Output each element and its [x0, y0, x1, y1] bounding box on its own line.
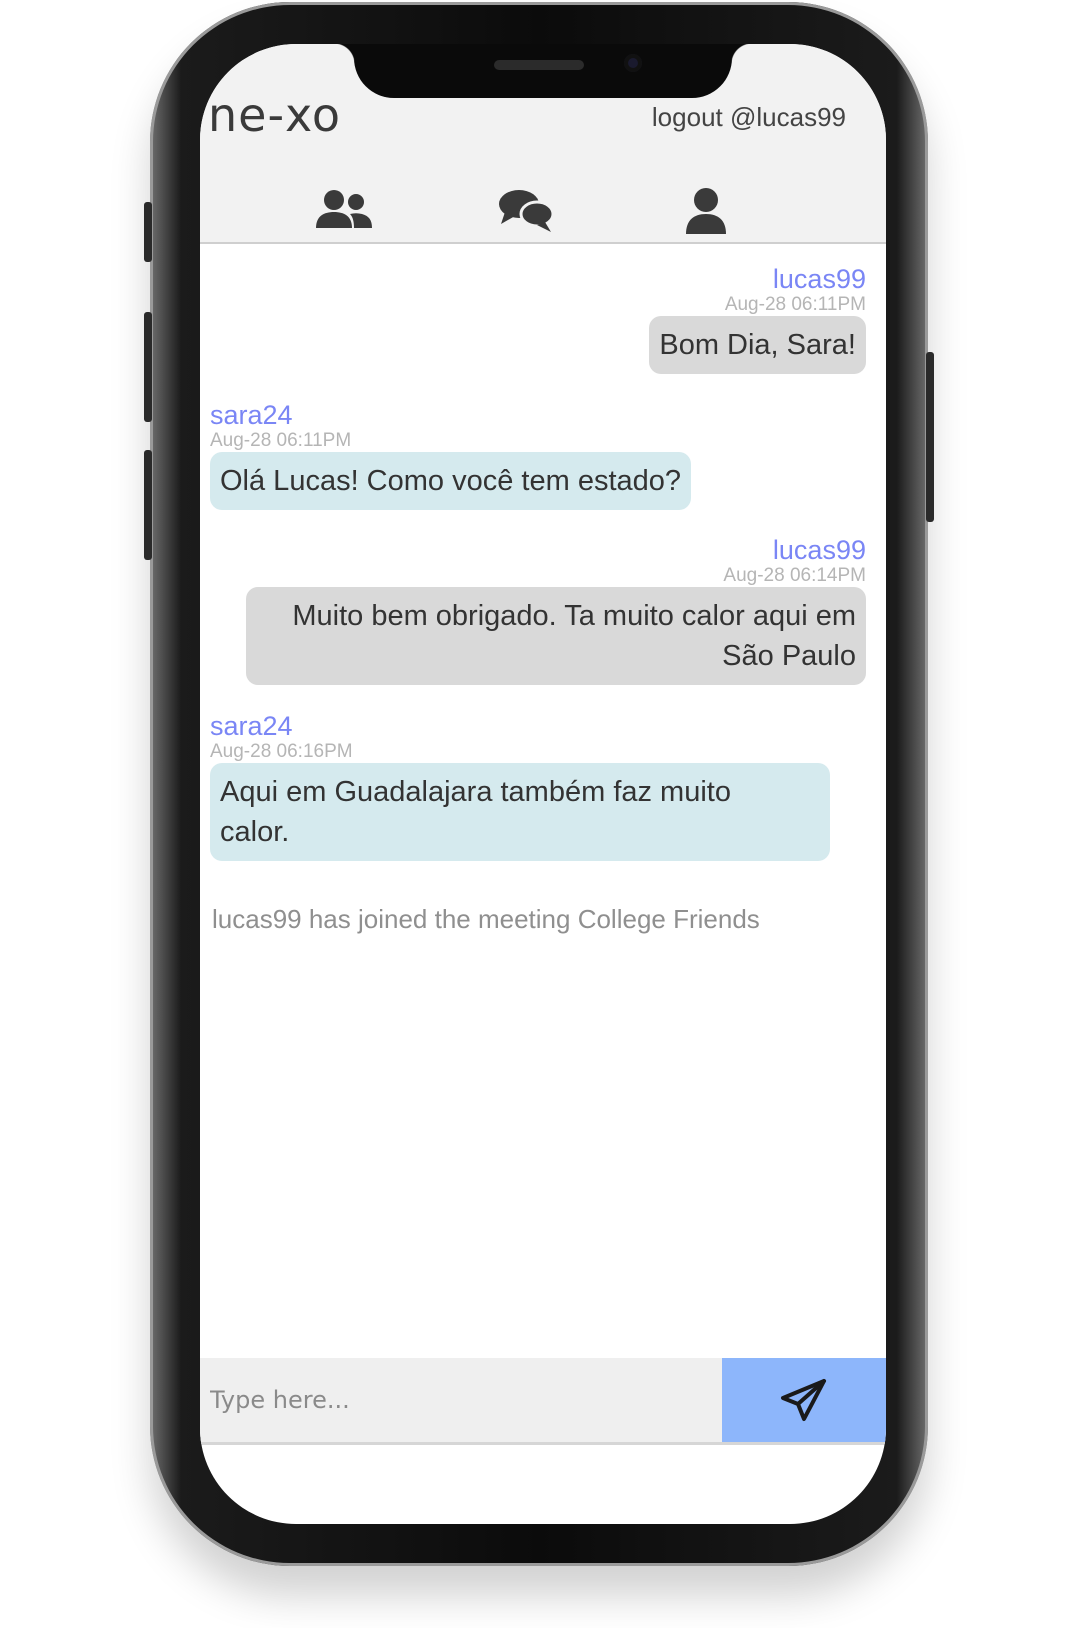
message-timestamp: Aug-28 06:11PM	[210, 430, 352, 451]
message-bubble: Aqui em Guadalajara também faz muito cal…	[210, 763, 830, 861]
chat-bubbles-icon[interactable]	[497, 186, 557, 236]
camera-icon	[624, 54, 642, 72]
message-timestamp: Aug-28 06:11PM	[724, 294, 866, 315]
message-author[interactable]: sara24	[210, 711, 830, 741]
message-bubble: Muito bem obrigado. Ta muito calor aqui …	[246, 587, 866, 685]
speaker-grille	[494, 60, 584, 70]
volume-up-button	[144, 312, 152, 422]
message-timestamp: Aug-28 06:14PM	[723, 565, 866, 586]
paper-plane-icon	[781, 1379, 826, 1421]
power-button	[926, 352, 934, 522]
message-author[interactable]: lucas99	[246, 535, 866, 565]
chat-message: lucas99 Aug-28 06:14PM Muito bem obrigad…	[246, 535, 866, 685]
send-button[interactable]	[722, 1358, 886, 1442]
chat-message: sara24 Aug-28 06:16PM Aqui em Guadalajar…	[210, 711, 830, 861]
chat-message: sara24 Aug-28 06:11PM Olá Lucas! Como vo…	[210, 400, 692, 510]
notch	[334, 44, 752, 98]
user-menu: logout @lucas99	[652, 102, 846, 133]
message-author[interactable]: sara24	[210, 400, 691, 430]
mute-switch	[144, 202, 152, 262]
current-username: @lucas99	[729, 102, 846, 132]
phone-screen: ne-xo logout @lucas99 lucas99 Aug-28 06:…	[200, 44, 886, 1524]
message-bubble: Bom Dia, Sara!	[649, 316, 866, 374]
chat-message: lucas99 Aug-28 06:11PM Bom Dia, Sara!	[649, 264, 866, 374]
message-input[interactable]	[200, 1358, 722, 1442]
logout-link[interactable]: logout	[652, 102, 723, 132]
message-composer	[200, 1358, 886, 1445]
users-icon[interactable]	[314, 186, 374, 236]
message-author[interactable]: lucas99	[649, 264, 866, 294]
profile-icon[interactable]	[676, 186, 736, 236]
system-notice: lucas99 has joined the meeting College F…	[212, 904, 760, 934]
message-bubble: Olá Lucas! Como você tem estado?	[210, 452, 692, 510]
message-list: lucas99 Aug-28 06:11PM Bom Dia, Sara! sa…	[200, 244, 886, 1358]
message-timestamp: Aug-28 06:16PM	[210, 741, 353, 762]
app-logo: ne-xo	[208, 88, 342, 142]
volume-down-button	[144, 450, 152, 560]
